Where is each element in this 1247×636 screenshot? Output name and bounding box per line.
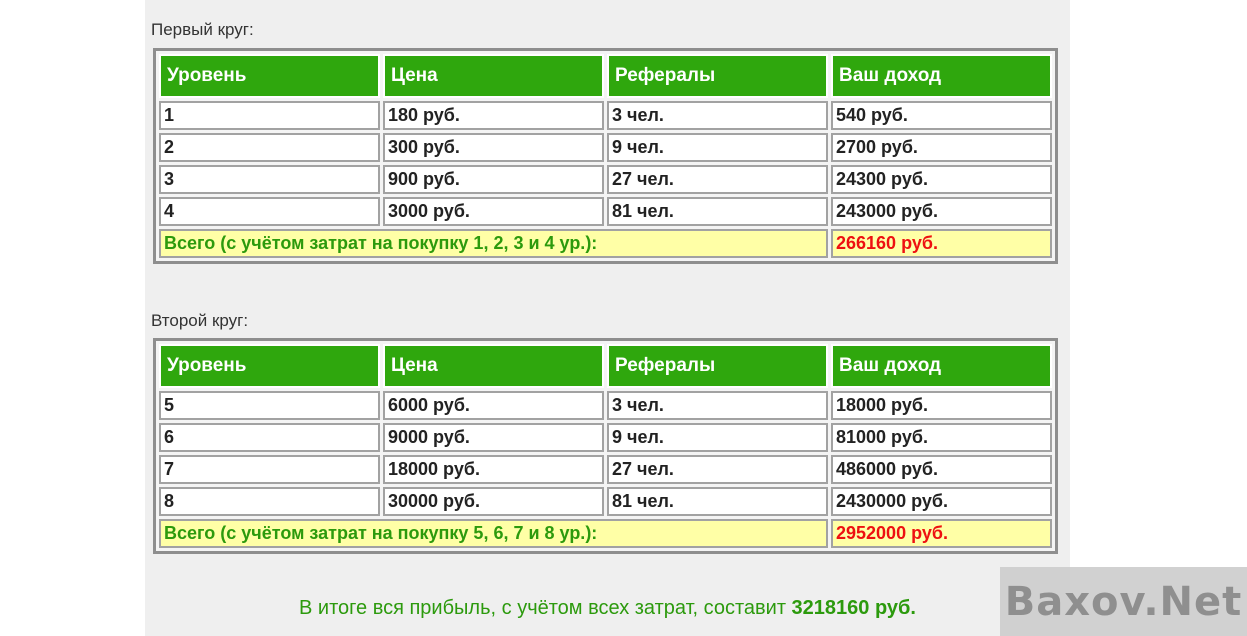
content-panel: Первый круг: Уровень Цена Рефералы Ваш д… (145, 0, 1070, 636)
cell-level: 3 (159, 165, 380, 194)
column-header-income: Ваш доход (831, 344, 1052, 388)
cell-level: 7 (159, 455, 380, 484)
second-circle-table: Уровень Цена Рефералы Ваш доход 5 6000 р… (153, 338, 1058, 554)
table-row: 6 9000 руб. 9 чел. 81000 руб. (159, 423, 1052, 452)
cell-income: 243000 руб. (831, 197, 1052, 226)
total-value: 2952000 руб. (831, 519, 1052, 548)
watermark-logo: Baxov.Net (1000, 567, 1247, 636)
column-header-referrals: Рефералы (607, 54, 828, 98)
total-label: Всего (с учётом затрат на покупку 1, 2, … (159, 229, 828, 258)
final-summary: В итоге вся прибыль, с учётом всех затра… (145, 597, 1070, 620)
table-total-row: Всего (с учётом затрат на покупку 5, 6, … (159, 519, 1052, 548)
table-row: 1 180 руб. 3 чел. 540 руб. (159, 101, 1052, 130)
column-header-price: Цена (383, 344, 604, 388)
table-header-row: Уровень Цена Рефералы Ваш доход (159, 344, 1052, 388)
first-circle-table: Уровень Цена Рефералы Ваш доход 1 180 ру… (153, 48, 1058, 264)
first-circle-title: Первый круг: (151, 20, 254, 39)
cell-income: 486000 руб. (831, 455, 1052, 484)
cell-referrals: 81 чел. (607, 197, 828, 226)
total-label: Всего (с учётом затрат на покупку 5, 6, … (159, 519, 828, 548)
cell-price: 180 руб. (383, 101, 604, 130)
table-row: 4 3000 руб. 81 чел. 243000 руб. (159, 197, 1052, 226)
column-header-level: Уровень (159, 344, 380, 388)
cell-income: 540 руб. (831, 101, 1052, 130)
table-row: 8 30000 руб. 81 чел. 2430000 руб. (159, 487, 1052, 516)
column-header-price: Цена (383, 54, 604, 98)
cell-referrals: 9 чел. (607, 133, 828, 162)
column-header-referrals: Рефералы (607, 344, 828, 388)
cell-income: 2430000 руб. (831, 487, 1052, 516)
summary-text: В итоге вся прибыль, с учётом всех затра… (299, 597, 792, 619)
cell-referrals: 81 чел. (607, 487, 828, 516)
cell-income: 81000 руб. (831, 423, 1052, 452)
cell-level: 6 (159, 423, 380, 452)
second-circle-title: Второй круг: (151, 311, 249, 330)
cell-level: 8 (159, 487, 380, 516)
cell-level: 2 (159, 133, 380, 162)
cell-income: 18000 руб. (831, 391, 1052, 420)
cell-income: 2700 руб. (831, 133, 1052, 162)
cell-referrals: 3 чел. (607, 101, 828, 130)
cell-price: 900 руб. (383, 165, 604, 194)
cell-price: 6000 руб. (383, 391, 604, 420)
column-header-income: Ваш доход (831, 54, 1052, 98)
cell-level: 1 (159, 101, 380, 130)
cell-price: 18000 руб. (383, 455, 604, 484)
cell-referrals: 3 чел. (607, 391, 828, 420)
cell-price: 300 руб. (383, 133, 604, 162)
cell-referrals: 9 чел. (607, 423, 828, 452)
summary-amount: 3218160 руб. (791, 597, 916, 619)
table-total-row: Всего (с учётом затрат на покупку 1, 2, … (159, 229, 1052, 258)
table-header-row: Уровень Цена Рефералы Ваш доход (159, 54, 1052, 98)
table-row: 3 900 руб. 27 чел. 24300 руб. (159, 165, 1052, 194)
cell-price: 3000 руб. (383, 197, 604, 226)
cell-level: 5 (159, 391, 380, 420)
total-value: 266160 руб. (831, 229, 1052, 258)
cell-price: 9000 руб. (383, 423, 604, 452)
cell-price: 30000 руб. (383, 487, 604, 516)
table-row: 7 18000 руб. 27 чел. 486000 руб. (159, 455, 1052, 484)
cell-level: 4 (159, 197, 380, 226)
table-row: 5 6000 руб. 3 чел. 18000 руб. (159, 391, 1052, 420)
cell-income: 24300 руб. (831, 165, 1052, 194)
cell-referrals: 27 чел. (607, 455, 828, 484)
cell-referrals: 27 чел. (607, 165, 828, 194)
table-row: 2 300 руб. 9 чел. 2700 руб. (159, 133, 1052, 162)
column-header-level: Уровень (159, 54, 380, 98)
